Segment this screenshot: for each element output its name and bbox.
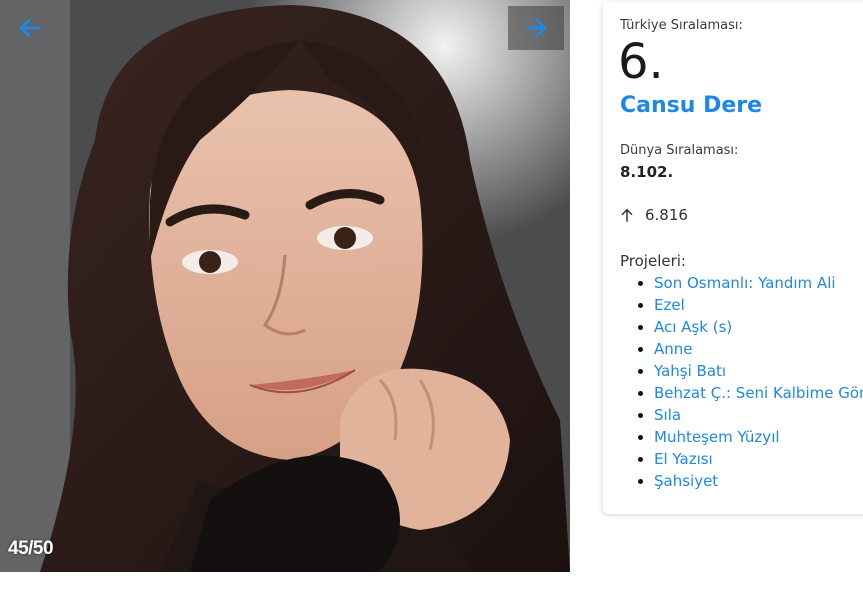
portrait-photo: [0, 0, 570, 572]
project-link[interactable]: Ezel: [638, 294, 863, 316]
ranking-card: Türkiye Sıralaması: 6. Cansu Dere Dünya …: [603, 2, 863, 514]
next-photo-button[interactable]: [508, 6, 564, 50]
world-rank-label: Dünya Sıralaması:: [620, 143, 739, 158]
projects-list: Son Osmanlı: Yandım Ali Ezel Acı Aşk (s)…: [638, 272, 863, 492]
project-link[interactable]: Şahsiyet: [638, 470, 863, 492]
photo-counter: 45/50: [8, 538, 54, 559]
turkey-rank-value: 6.: [618, 34, 664, 90]
project-link[interactable]: Anne: [638, 338, 863, 360]
project-link[interactable]: Yahşi Batı: [638, 360, 863, 382]
photo-gallery: 45/50: [0, 0, 570, 572]
person-name-link[interactable]: Cansu Dere: [620, 93, 762, 118]
project-link[interactable]: El Yazısı: [638, 448, 863, 470]
world-rank-value: 8.102.: [620, 163, 674, 181]
arrow-up-icon: [621, 208, 633, 222]
page: 45/50 Türkiye Sıralaması: 6. Cansu Dere …: [0, 0, 863, 607]
project-link[interactable]: Sıla: [638, 404, 863, 426]
trend-value: 6.816: [645, 206, 688, 224]
turkey-rank-label: Türkiye Sıralaması:: [620, 18, 743, 33]
project-link[interactable]: Son Osmanlı: Yandım Ali: [638, 272, 863, 294]
previous-photo-button[interactable]: [2, 6, 58, 50]
project-link[interactable]: Behzat Ç.: Seni Kalbime Gömdüm: [638, 382, 863, 404]
arrow-right-icon: [525, 18, 547, 38]
project-link[interactable]: Muhteşem Yüzyıl: [638, 426, 863, 448]
arrow-left-icon: [19, 18, 41, 38]
project-link[interactable]: Acı Aşk (s): [638, 316, 863, 338]
projects-label: Projeleri:: [620, 252, 686, 270]
rank-trend: 6.816: [618, 206, 688, 224]
